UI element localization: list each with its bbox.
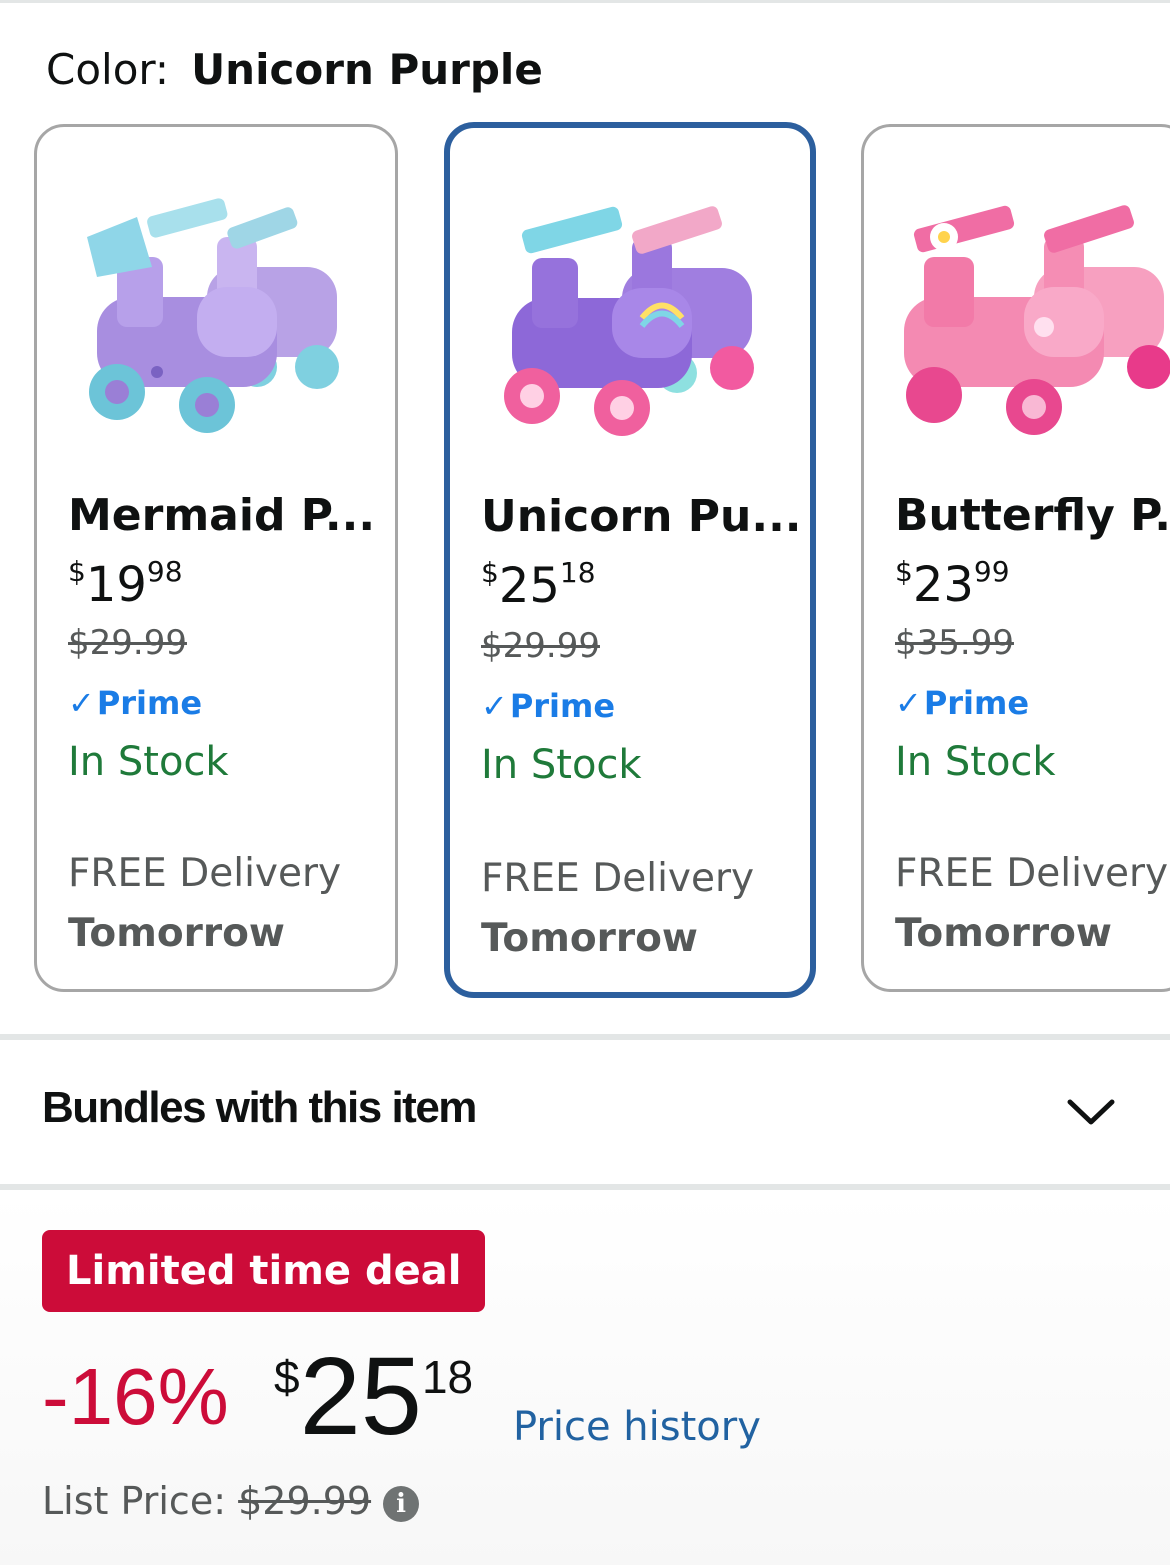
color-selector-heading: Color: Unicorn Purple	[46, 44, 543, 96]
bundles-accordion[interactable]: Bundles with this item	[0, 1040, 1170, 1186]
variant-title: Mermaid P...	[68, 490, 376, 541]
prime-label: Prime	[509, 687, 616, 725]
unicorn-roller-skates-image	[472, 178, 792, 448]
list-price-value: $29.99	[238, 1479, 372, 1523]
variant-title: Butterfly P...	[895, 490, 1170, 541]
price-whole: 19	[85, 557, 147, 613]
price-symbol: $	[481, 556, 499, 589]
prime-badge: ✓Prime	[68, 683, 202, 723]
price-symbol: $	[895, 555, 913, 588]
bundles-label: Bundles with this item	[42, 1083, 477, 1132]
info-icon[interactable]: i	[383, 1485, 420, 1522]
price-fraction: 18	[559, 556, 596, 589]
deal-price: $2518	[274, 1342, 473, 1485]
price-whole: 25	[299, 1335, 422, 1458]
variant-price: $2518	[481, 556, 596, 627]
stock-status: In Stock	[481, 742, 642, 788]
prime-label: Prime	[923, 684, 1030, 722]
limited-time-deal-badge: Limited time deal	[42, 1230, 486, 1312]
mermaid-roller-skates-image	[57, 177, 377, 447]
delivery-label: FREE Delivery	[895, 851, 1169, 896]
stock-status: In Stock	[895, 739, 1056, 785]
delivery-date: Tomorrow	[895, 911, 1112, 956]
price-symbol: $	[274, 1351, 300, 1403]
stock-status: In Stock	[68, 739, 229, 785]
price-whole: 25	[498, 558, 560, 614]
list-price: List Price: $29.99 i	[42, 1476, 420, 1526]
chevron-down-icon[interactable]	[1064, 1092, 1118, 1132]
butterfly-roller-skates-image	[884, 177, 1170, 447]
variant-title: Unicorn Pu...	[481, 491, 802, 542]
price-fraction: 98	[146, 555, 183, 588]
variant-price: $1998	[68, 555, 183, 626]
price-fraction: 99	[973, 555, 1010, 588]
section-divider	[0, 1184, 1170, 1190]
variant-was-price: $29.99	[68, 623, 187, 663]
delivery-date: Tomorrow	[68, 911, 285, 956]
variant-price: $2399	[895, 555, 1010, 626]
delivery-label: FREE Delivery	[68, 851, 342, 896]
deal-section: Limited time deal -16% $2518 Price histo…	[0, 1192, 1170, 1565]
checkmark-icon: ✓	[481, 687, 508, 725]
delivery-label: FREE Delivery	[481, 856, 755, 901]
prime-label: Prime	[96, 684, 203, 722]
variant-was-price: $29.99	[481, 626, 600, 666]
discount-percent: -16%	[42, 1352, 229, 1441]
checkmark-icon: ✓	[895, 684, 922, 722]
prime-badge: ✓Prime	[895, 683, 1029, 723]
price-history-link[interactable]: Price history	[513, 1402, 761, 1452]
price-fraction: 18	[421, 1351, 474, 1403]
selected-color-value: Unicorn Purple	[191, 45, 543, 94]
price-symbol: $	[68, 555, 86, 588]
prime-badge: ✓Prime	[481, 686, 615, 726]
variant-was-price: $35.99	[895, 623, 1014, 663]
list-price-label: List Price:	[42, 1479, 227, 1523]
checkmark-icon: ✓	[68, 684, 95, 722]
price-whole: 23	[912, 557, 974, 613]
variant-card-unicorn[interactable]: Unicorn Pu... $2518 $29.99 ✓Prime In Sto…	[444, 122, 816, 998]
variant-card-butterfly[interactable]: Butterfly P... $2399 $35.99 ✓Prime In St…	[861, 124, 1170, 992]
top-divider	[0, 0, 1170, 3]
color-label: Color:	[46, 45, 170, 94]
variant-card-mermaid[interactable]: Mermaid P... $1998 $29.99 ✓Prime In Stoc…	[34, 124, 398, 992]
delivery-date: Tomorrow	[481, 916, 698, 961]
